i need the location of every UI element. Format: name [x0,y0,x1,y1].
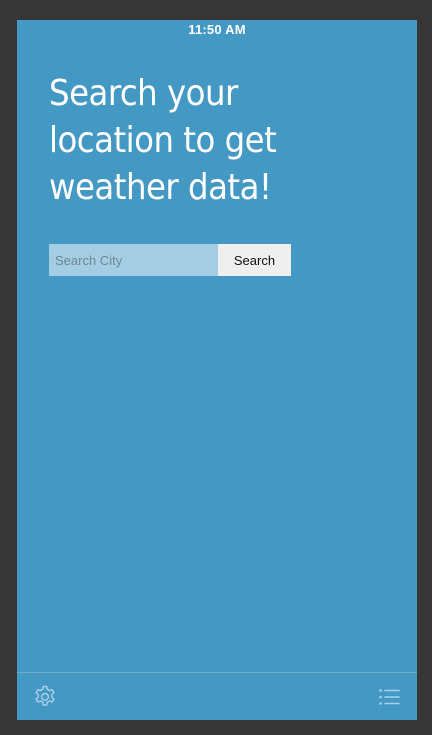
search-button[interactable]: Search [218,244,291,276]
app-screen: 11:50 AM Search your location to get wea… [17,20,417,720]
settings-button[interactable] [32,684,58,710]
gear-icon [35,685,55,706]
page-title-line: Search your [49,73,238,114]
status-bar: 11:50 AM [17,20,417,40]
page-title: Search your location to get weather data… [49,70,349,211]
device-frame: 11:50 AM Search your location to get wea… [0,0,432,735]
menu-list-button[interactable] [376,684,402,710]
status-time: 11:50 AM [188,22,246,37]
search-city-input[interactable] [49,244,218,276]
list-icon [379,689,400,705]
page-title-line: location to get [49,120,277,161]
bottom-toolbar [17,672,417,720]
page-title-line: weather data! [49,167,272,208]
search-form: Search [49,244,291,276]
